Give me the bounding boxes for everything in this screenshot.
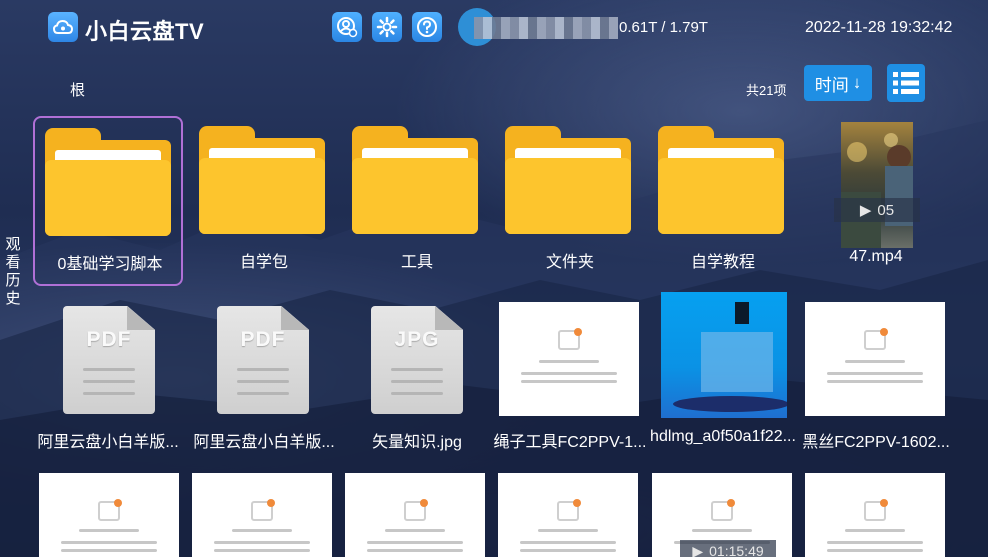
- folder-item[interactable]: 自学教程: [648, 116, 798, 286]
- video-duration: 01:15:49: [709, 543, 764, 557]
- play-icon: ▶: [859, 202, 872, 219]
- sort-label: 时间: [814, 75, 849, 95]
- folder-icon: [352, 126, 478, 234]
- file-thumbnail[interactable]: [192, 473, 332, 557]
- file-name: 黑丝FC2PPV-1602...: [802, 434, 950, 451]
- pdf-file-item[interactable]: PDF 阿里云盘小白羊版...: [33, 296, 183, 466]
- app-title: 小白云盘TV: [85, 19, 205, 44]
- jpg-file-icon: JPG: [371, 306, 463, 414]
- video-thumbnail: [841, 122, 913, 248]
- file-thumbnail[interactable]: [39, 473, 179, 557]
- folder-item[interactable]: 工具: [342, 116, 492, 286]
- folder-item[interactable]: 0基础学习脚本: [33, 116, 183, 286]
- folder-name: 自学包: [239, 254, 288, 271]
- pdf-file-item[interactable]: PDF 阿里云盘小白羊版...: [189, 296, 339, 466]
- folder-item[interactable]: 自学包: [189, 116, 339, 286]
- file-thumbnail[interactable]: [498, 473, 638, 557]
- folder-icon: [45, 128, 171, 236]
- file-name: 绳子工具FC2PPV-1...: [493, 434, 647, 451]
- clock: 2022-11-28 19:32:42: [805, 19, 953, 36]
- gear-icon: [376, 16, 398, 38]
- video-duration-overlay: ▶ 05: [834, 198, 920, 222]
- folder-name: 工具: [400, 254, 433, 271]
- user-settings-button[interactable]: [332, 12, 362, 42]
- top-bar: 小白云盘TV 0.61T / 1.79T 2022-11-28 19:32:42: [0, 0, 988, 56]
- watch-history-tab[interactable]: 观看历史: [4, 236, 22, 308]
- folder-name: 文件夹: [545, 254, 594, 271]
- video-file-item[interactable]: 绳子工具FC2PPV-1...: [494, 296, 646, 466]
- user-account[interactable]: [458, 8, 618, 46]
- pdf-file-icon: PDF: [217, 306, 309, 414]
- breadcrumb[interactable]: 根: [70, 79, 85, 100]
- folder-icon: [505, 126, 631, 234]
- file-name: hdlmg_a0f50a1f22...: [650, 428, 796, 445]
- file-thumbnail[interactable]: [805, 473, 945, 557]
- folder-icon: [658, 126, 784, 234]
- folder-name: 自学教程: [690, 254, 755, 271]
- folder-name: 0基础学习脚本: [57, 256, 163, 273]
- play-icon: ▶: [692, 542, 704, 557]
- sort-button[interactable]: 时间 ↓: [804, 65, 872, 101]
- arrow-down-icon: ↓: [852, 73, 862, 92]
- file-thumbnail[interactable]: [345, 473, 485, 557]
- file-thumbnail: [499, 302, 639, 416]
- folder-item[interactable]: 文件夹: [495, 116, 645, 286]
- cloud-logo-icon: [48, 12, 78, 42]
- video-file-item[interactable]: 黑丝FC2PPV-1602...: [801, 296, 951, 466]
- user-gear-icon: [337, 17, 358, 38]
- item-count: 共21项: [746, 83, 787, 98]
- storage-usage: 0.61T / 1.79T: [619, 19, 708, 36]
- help-button[interactable]: [412, 12, 442, 42]
- file-thumbnail: [805, 302, 945, 416]
- image-file-item[interactable]: JPG 矢量知识.jpg: [342, 296, 492, 466]
- video-duration: 05: [877, 201, 895, 219]
- view-mode-button[interactable]: [887, 64, 925, 102]
- file-name: 阿里云盘小白羊版...: [193, 434, 335, 451]
- list-icon: [893, 72, 919, 94]
- question-icon: [417, 17, 437, 37]
- folder-icon: [199, 126, 325, 234]
- video-duration-overlay: ▶ 01:15:49: [680, 540, 776, 557]
- blurred-username: [474, 17, 618, 39]
- image-thumbnail: [661, 292, 787, 418]
- file-name: 矢量知识.jpg: [372, 434, 462, 451]
- pdf-file-icon: PDF: [63, 306, 155, 414]
- file-name: 阿里云盘小白羊版...: [37, 434, 179, 451]
- settings-button[interactable]: [372, 12, 402, 42]
- file-name: 47.mp4: [849, 248, 903, 265]
